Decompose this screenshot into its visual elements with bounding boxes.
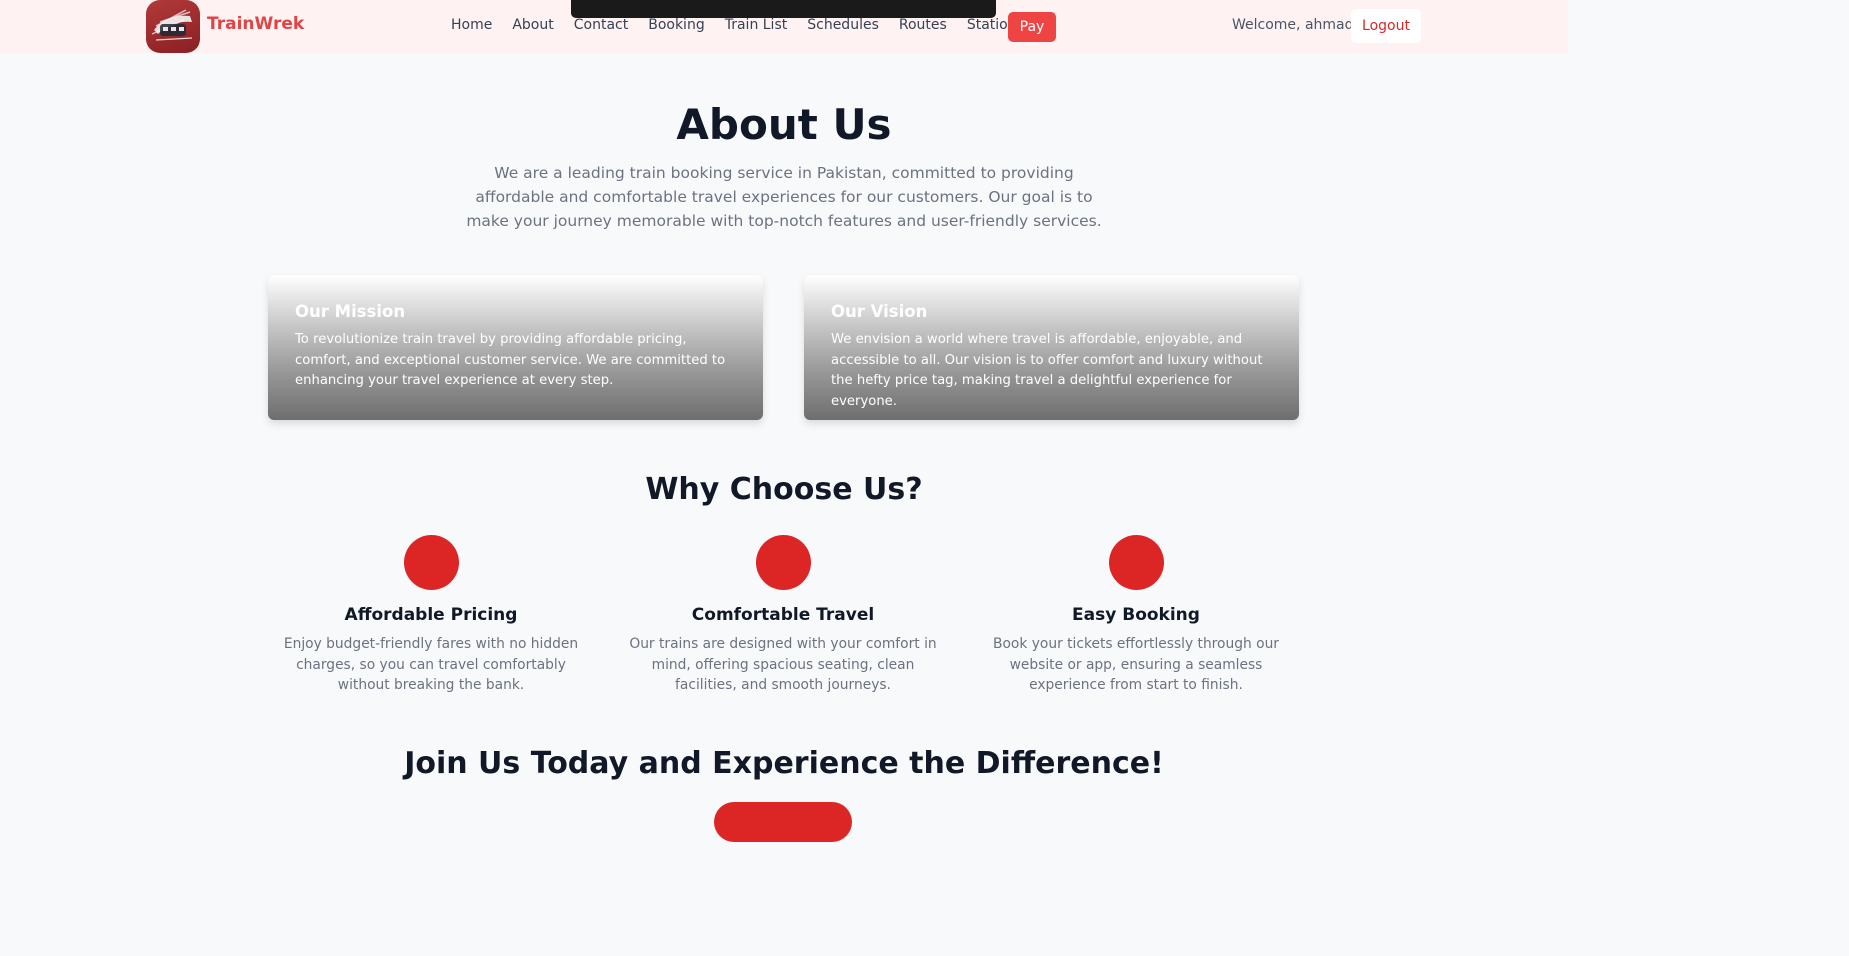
nav-link-contact[interactable]: Contact [574, 17, 628, 33]
feature-text: Book your tickets effortlessly through o… [993, 636, 1279, 693]
feature-title: Comfortable Travel [691, 605, 875, 625]
nav-link-routes[interactable]: Routes [899, 17, 947, 33]
feature-affordable-pricing: Affordable Pricing Enjoy budget-friendly… [270, 535, 592, 696]
mission-title: Our Mission [295, 302, 406, 321]
vision-title: Our Vision [831, 302, 928, 321]
easy-booking-icon [1108, 535, 1164, 590]
nav-link-train-list[interactable]: Train List [725, 17, 788, 33]
feature-text: Our trains are designed with your comfor… [629, 636, 937, 693]
logout-button[interactable]: Logout [1351, 9, 1421, 43]
nav-links: Home About Contact Booking Train List Sc… [451, 17, 1044, 33]
welcome-text: Welcome, ahmad [1232, 17, 1354, 33]
feature-title: Easy Booking [1072, 605, 1200, 625]
comfortable-travel-icon [755, 535, 811, 590]
join-title: Join Us Today and Experience the Differe… [404, 746, 1164, 781]
join-button[interactable] [714, 802, 852, 842]
feature-comfortable-travel: Comfortable Travel Our trains are design… [622, 535, 944, 696]
overlay-bar [571, 0, 996, 18]
affordable-pricing-icon [403, 535, 459, 590]
nav-link-schedules[interactable]: Schedules [807, 17, 879, 33]
vision-card: Our Vision We envision a world where tra… [804, 275, 1299, 420]
vision-text: We envision a world where travel is affo… [831, 332, 1263, 409]
brand-logo[interactable] [146, 0, 200, 53]
nav-link-booking[interactable]: Booking [648, 17, 705, 33]
feature-text: Enjoy budget-friendly fares with no hidd… [283, 636, 579, 693]
nav-link-home[interactable]: Home [451, 17, 492, 33]
pay-button[interactable]: Pay [1008, 12, 1056, 42]
mission-card: Our Mission To revolutionize train trave… [268, 275, 763, 420]
nav-link-about[interactable]: About [512, 17, 553, 33]
mission-text: To revolutionize train travel by providi… [295, 332, 726, 388]
why-choose-us-title: Why Choose Us? [645, 472, 923, 507]
train-logo-icon [151, 9, 193, 41]
intro-text: We are a leading train booking service i… [466, 164, 1102, 230]
brand-name[interactable]: TrainWrek [207, 14, 304, 34]
page-title: About Us [676, 100, 892, 149]
feature-easy-booking: Easy Booking Book your tickets effortles… [975, 535, 1297, 696]
feature-title: Affordable Pricing [344, 605, 518, 625]
